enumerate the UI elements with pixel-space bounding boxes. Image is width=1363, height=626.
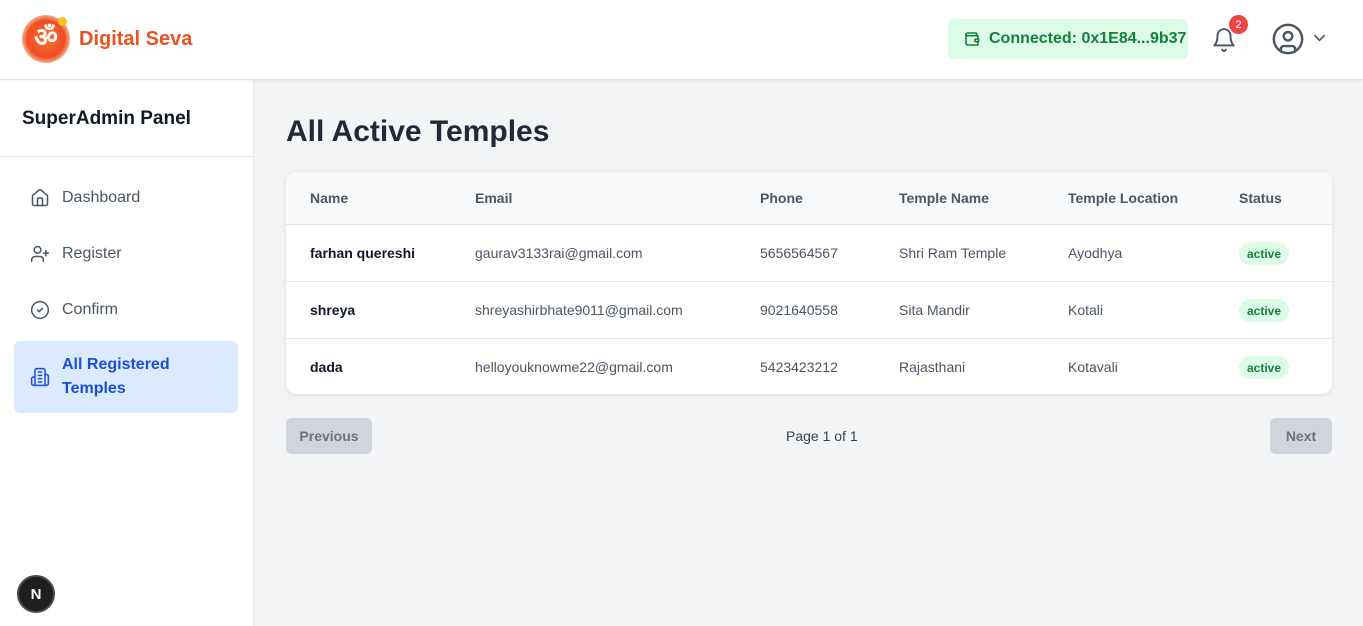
cell-phone: 9021640558 [760, 302, 838, 318]
next-page-button[interactable]: Next [1270, 418, 1332, 454]
panel-title: SuperAdmin Panel [22, 108, 191, 129]
top-bar: ॐ Digital Seva Connected: 0x1E84...9b37 … [0, 0, 1363, 80]
cell-temple-name: Sita Mandir [899, 302, 970, 318]
cell-phone: 5656564567 [760, 245, 838, 261]
status-badge: active [1239, 299, 1290, 322]
column-header: Temple Location [1068, 190, 1179, 206]
page-title: All Active Temples [286, 115, 550, 148]
cell-name: shreya [310, 302, 356, 318]
cell-temple-name: Shri Ram Temple [899, 245, 1007, 261]
cell-email: helloyouknowme22@gmail.com [475, 359, 673, 375]
user-avatar-icon[interactable] [1271, 22, 1305, 56]
column-header: Name [310, 190, 349, 206]
table-row[interactable]: dada helloyouknowme22@gmail.com 54234232… [286, 338, 1332, 394]
cell-name: dada [310, 359, 343, 375]
notification-count-badge: 2 [1229, 15, 1248, 34]
home-icon [31, 188, 49, 207]
brand-name[interactable]: Digital Seva [79, 28, 192, 51]
sidebar-item-label: All Registered Temples [62, 356, 170, 397]
sidebar-item-confirm[interactable]: Confirm [14, 295, 238, 325]
sidebar-item-all-registered-temples[interactable]: All Registered Temples [14, 341, 238, 413]
page-indicator: Page 1 of 1 [786, 428, 858, 444]
cell-temple-location: Ayodhya [1068, 245, 1123, 261]
sidebar-item-label: Dashboard [62, 189, 141, 206]
status-badge: active [1239, 356, 1290, 379]
column-header: Phone [760, 190, 803, 206]
user-plus-icon [30, 245, 50, 263]
building-icon [30, 367, 50, 387]
table-row[interactable]: shreya shreyashirbhate9011@gmail.com 902… [286, 281, 1332, 338]
om-logo-icon[interactable]: ॐ [22, 15, 70, 63]
cell-temple-location: Kotali [1068, 302, 1104, 318]
cell-name: farhan quereshi [310, 245, 416, 261]
sidebar-item-register[interactable]: Register [14, 239, 238, 269]
logo-dot [58, 17, 67, 26]
cell-temple-location: Kotavali [1068, 359, 1118, 375]
chevron-down-icon[interactable] [1313, 33, 1326, 43]
cell-temple-name: Rajasthani [899, 359, 966, 375]
wallet-status-text: Connected: 0x1E84...9b37 [989, 30, 1187, 47]
cell-email: shreyashirbhate9011@gmail.com [475, 302, 683, 318]
wallet-icon [965, 32, 980, 46]
temples-table: Name Email Phone Temple Name Temple Loca… [286, 172, 1332, 394]
sidebar-divider [0, 156, 254, 157]
sidebar-item-dashboard[interactable]: Dashboard [14, 183, 238, 213]
column-header: Temple Name [899, 190, 989, 206]
column-header: Email [475, 190, 513, 206]
next-dev-badge[interactable]: N [17, 575, 55, 613]
check-circle-icon [30, 300, 50, 320]
cell-email: gaurav3133rai@gmail.com [475, 245, 643, 261]
sidebar: SuperAdmin Panel Dashboard Register Conf… [0, 80, 254, 626]
sidebar-item-label: Register [62, 245, 122, 262]
logo-glyph: ॐ [34, 23, 58, 53]
column-header: Status [1239, 190, 1282, 206]
table-row[interactable]: farhan quereshi gaurav3133rai@gmail.com … [286, 224, 1332, 281]
wallet-connection-button[interactable]: Connected: 0x1E84...9b37 [948, 19, 1188, 59]
status-badge: active [1239, 242, 1290, 265]
previous-page-button[interactable]: Previous [286, 418, 372, 454]
table-header: Name Email Phone Temple Name Temple Loca… [286, 172, 1332, 224]
cell-phone: 5423423212 [760, 359, 838, 375]
sidebar-item-label: Confirm [62, 301, 119, 318]
